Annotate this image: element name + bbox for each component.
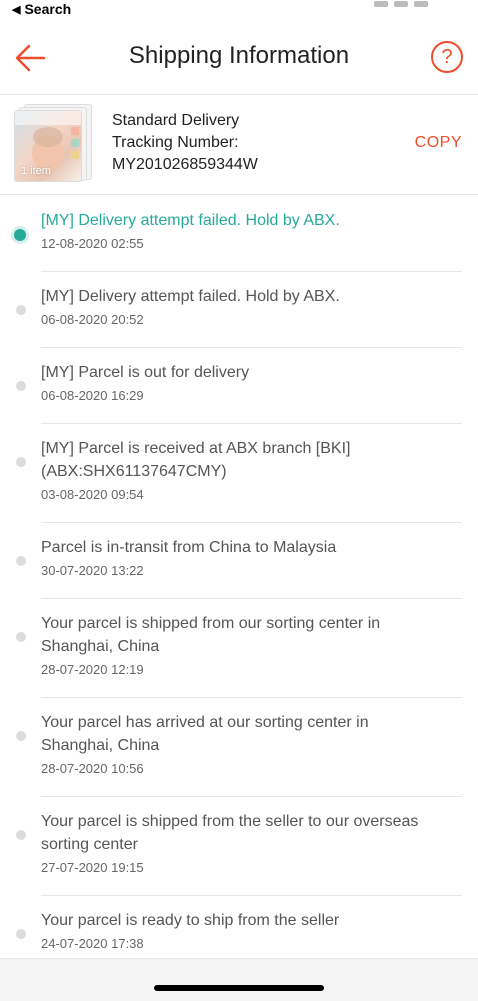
home-indicator[interactable] — [154, 985, 324, 991]
timeline-event-text: Your parcel is ready to ship from the se… — [41, 912, 340, 929]
help-icon: ? — [441, 46, 453, 68]
thumbnail-card-front: 1 item — [14, 110, 82, 182]
timeline-item: [MY] Delivery attempt failed. Hold by AB… — [0, 272, 478, 348]
product-thumbnail[interactable]: 1 item — [14, 104, 92, 182]
delivery-method: Standard Delivery — [112, 112, 240, 129]
copy-button[interactable]: COPY — [415, 134, 462, 152]
back-search-label: Search — [24, 1, 72, 17]
timeline-timestamp: 03-08-2020 09:54 — [41, 487, 144, 502]
timeline-event-text: [MY] Delivery attempt failed. Hold by AB… — [41, 212, 340, 229]
active-status-dot — [14, 229, 26, 241]
timeline-content: Your parcel is ready to ship from the se… — [41, 909, 462, 951]
page-title: Shipping Information — [128, 42, 350, 69]
timeline-content: Your parcel is shipped from our sorting … — [41, 612, 462, 677]
timeline-timestamp: 24-07-2020 17:38 — [41, 936, 144, 951]
timeline-event-text: Parcel is in-transit from China to Malay… — [41, 539, 337, 556]
timeline-event-text: (ABX:SHX61137647CMY) — [41, 463, 227, 480]
timeline-event-text: [MY] Parcel is out for delivery — [41, 364, 250, 381]
timeline-content: Your parcel has arrived at our sorting c… — [41, 711, 462, 776]
page-header: Shipping Information ? — [0, 20, 478, 95]
status-dot — [16, 305, 26, 315]
status-dot — [16, 381, 26, 391]
tracking-number: MY201026859344W — [112, 156, 258, 173]
timeline-event-text: [MY] Delivery attempt failed. Hold by AB… — [41, 288, 340, 305]
timeline-event-text: Your parcel is shipped from the seller t… — [41, 813, 419, 830]
timeline-event-text: Your parcel has arrived at our sorting c… — [41, 714, 369, 731]
item-count-badge: 1 item — [21, 165, 51, 177]
bottom-bar — [0, 958, 478, 1001]
status-dot — [16, 731, 26, 741]
timeline-item: [MY] Parcel is out for delivery 06-08-202… — [0, 348, 478, 424]
timeline-event-text: Your parcel is shipped from our sorting … — [41, 615, 381, 632]
timeline-timestamp: 28-07-2020 12:19 — [41, 662, 144, 677]
timeline-item: [MY] Delivery attempt failed. Hold by AB… — [0, 196, 478, 272]
timeline-timestamp: 27-07-2020 19:15 — [41, 860, 144, 875]
status-dot — [16, 929, 26, 939]
timeline-item: [MY] Parcel is received at ABX branch [B… — [0, 424, 478, 523]
status-dot — [16, 830, 26, 840]
timeline-timestamp: 06-08-2020 16:29 — [41, 388, 144, 403]
timeline-content: [MY] Delivery attempt failed. Hold by AB… — [41, 285, 462, 327]
status-dot — [16, 632, 26, 642]
timeline-content: Parcel is in-transit from China to Malay… — [41, 536, 462, 578]
timeline-item: Your parcel has arrived at our sorting c… — [0, 698, 478, 797]
timeline-content: [MY] Parcel is out for delivery 06-08-202… — [41, 361, 462, 403]
timeline-timestamp: 30-07-2020 13:22 — [41, 563, 144, 578]
timeline-event-text: Shanghai, China — [41, 737, 160, 754]
help-button[interactable]: ? — [431, 41, 463, 73]
timeline-timestamp: 12-08-2020 02:55 — [41, 236, 144, 251]
timeline-event-text: sorting center — [41, 836, 138, 853]
timeline-item: Your parcel is shipped from our sorting … — [0, 599, 478, 698]
shipment-info: 1 item Standard Delivery Tracking Number… — [0, 96, 478, 195]
timeline-content: Your parcel is shipped from the seller t… — [41, 810, 462, 875]
timeline-event-text: Shanghai, China — [41, 638, 160, 655]
timeline-content: [MY] Parcel is received at ABX branch [B… — [41, 437, 462, 502]
status-indicators — [368, 0, 458, 7]
timeline-timestamp: 06-08-2020 20:52 — [41, 312, 144, 327]
timeline-event-text: [MY] Parcel is received at ABX branch [B… — [41, 440, 351, 457]
shipment-details: Standard Delivery Tracking Number: MY201… — [112, 110, 258, 176]
tracking-timeline: [MY] Delivery attempt failed. Hold by AB… — [0, 196, 478, 972]
timeline-timestamp: 28-07-2020 10:56 — [41, 761, 144, 776]
status-bar: ◀ Search — [0, 0, 478, 20]
timeline-item: Your parcel is shipped from the seller t… — [0, 797, 478, 896]
back-to-search-link[interactable]: ◀ Search — [12, 0, 71, 20]
timeline-content: [MY] Delivery attempt failed. Hold by AB… — [41, 209, 462, 251]
tracking-label: Tracking Number: — [112, 134, 239, 151]
status-dot — [16, 457, 26, 467]
status-dot — [16, 556, 26, 566]
timeline-item: Parcel is in-transit from China to Malay… — [0, 523, 478, 599]
back-triangle-icon: ◀ — [12, 4, 21, 16]
